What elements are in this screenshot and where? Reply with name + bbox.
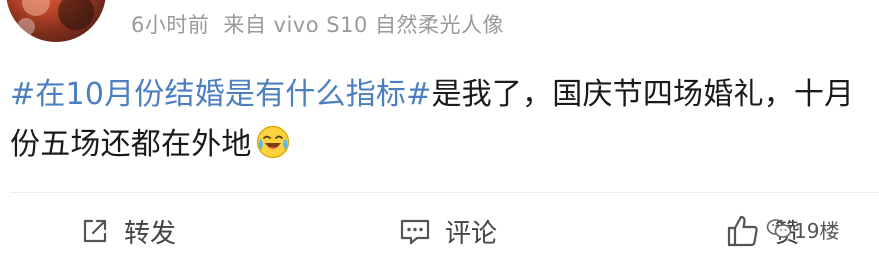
avatar[interactable] [6, 0, 106, 42]
watermark-text: 19楼 [794, 218, 840, 243]
avatar-image [17, 0, 94, 36]
laughing-crying-emoji-icon [256, 125, 290, 159]
post-meta: 6小时前 来自 vivo S10 自然柔光人像 [131, 9, 504, 39]
comment-button[interactable]: 评论 [399, 208, 497, 254]
post-time: 6小时前 [131, 13, 210, 37]
repost-icon [80, 216, 110, 246]
thumbs-up-icon [726, 214, 760, 248]
repost-label: 转发 [124, 218, 177, 249]
comment-label: 评论 [445, 218, 498, 249]
post-source[interactable]: 来自 vivo S10 自然柔光人像 [223, 13, 504, 37]
comment-icon [399, 216, 431, 246]
divider [10, 192, 879, 193]
topic-link[interactable]: #在10月份结婚是有什么指标# [10, 77, 431, 112]
wechat-icon [766, 218, 792, 240]
repost-button[interactable]: 转发 [80, 208, 176, 254]
post-content: #在10月份结婚是有什么指标#是我了，国庆节四场婚礼，十月份五场还都在外地 [10, 70, 870, 170]
watermark: 19楼 [766, 214, 839, 244]
action-bar: 转发 评论 赞 [0, 208, 879, 254]
